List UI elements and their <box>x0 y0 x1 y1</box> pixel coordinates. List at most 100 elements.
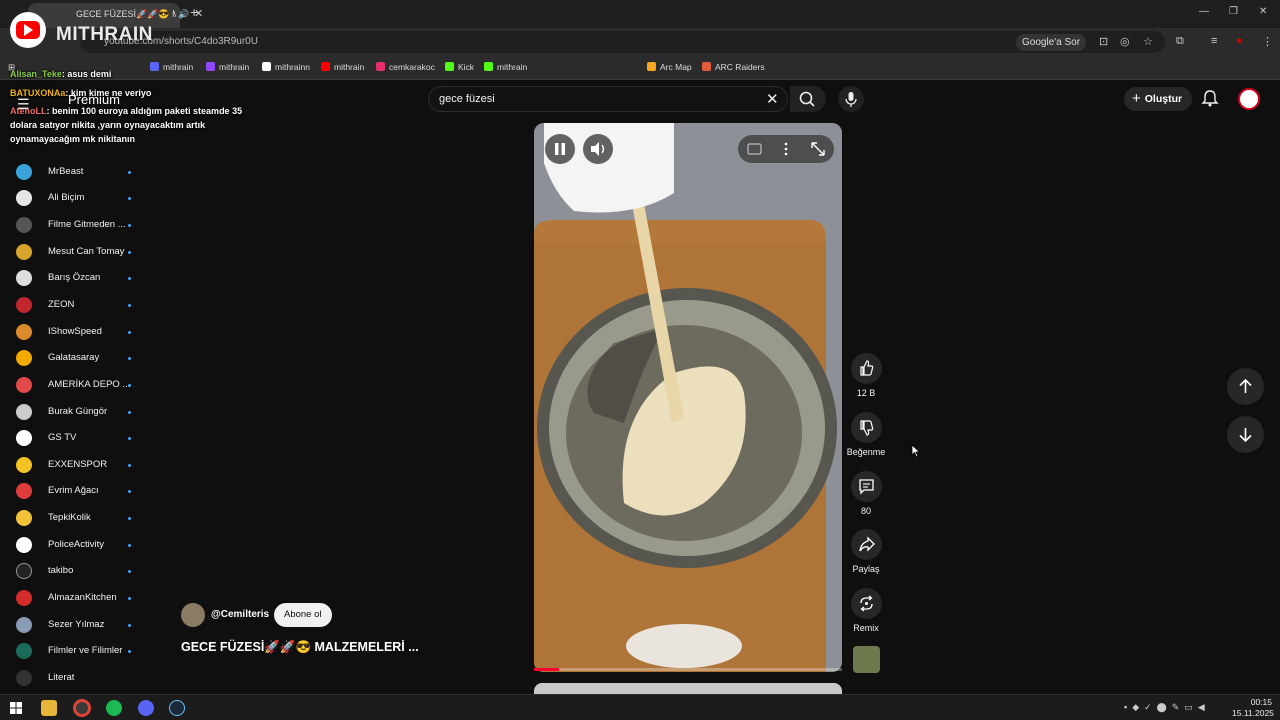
eye-off-icon[interactable]: ◎ <box>1120 35 1130 48</box>
chat-message: oynamayacağım mk nikitanın <box>10 134 136 144</box>
avatar <box>16 297 32 313</box>
minimize-icon[interactable]: — <box>1199 6 1209 17</box>
chrome-icon[interactable] <box>73 699 91 717</box>
bookmark-item[interactable]: mithrain <box>206 62 249 72</box>
sidebar-item-channel[interactable]: Filmler ve Filimler <box>16 641 136 661</box>
account-avatar[interactable] <box>1238 88 1260 110</box>
bookmark-item[interactable]: Kick <box>445 62 474 72</box>
avatar <box>16 590 32 606</box>
sidebar-item-channel[interactable]: IShowSpeed <box>16 322 136 342</box>
sidebar-item-channel[interactable]: Barış Özcan <box>16 268 136 288</box>
more-icon[interactable]: ⋮ <box>1262 35 1273 48</box>
system-clock[interactable]: 00:15 15.11.2025 <box>1232 697 1274 719</box>
new-tab-button[interactable]: + <box>190 4 198 20</box>
bookmark-item[interactable]: mithrain <box>484 62 527 72</box>
bookmark-item[interactable]: Arc Map <box>647 62 692 72</box>
previous-short-button[interactable] <box>1227 368 1264 405</box>
pause-button[interactable] <box>545 134 575 164</box>
install-icon[interactable]: ⊡ <box>1099 35 1108 48</box>
yt-premium-logo[interactable]: Premium <box>68 92 120 107</box>
sidebar-item-channel[interactable]: EXXENSPOR <box>16 455 136 475</box>
mouse-cursor-icon <box>911 444 921 458</box>
sidebar-item-channel[interactable]: TepkiKolik <box>16 508 136 528</box>
arrow-up-icon <box>1239 378 1252 393</box>
sidebar-item-channel[interactable]: Evrim Ağacı <box>16 481 136 501</box>
comments-button[interactable] <box>851 471 882 502</box>
bookmark-item[interactable]: mithrainn <box>262 62 310 72</box>
star-icon[interactable]: ☆ <box>1143 35 1153 48</box>
dislike-button[interactable] <box>851 412 882 443</box>
file-explorer-icon[interactable] <box>41 700 57 716</box>
window-close-icon[interactable]: ✕ <box>1259 6 1267 17</box>
speaker-icon[interactable]: 🔊 <box>178 9 189 20</box>
sidebar-item-channel[interactable]: Filme Gitmeden ... <box>16 215 136 235</box>
channel-avatar[interactable] <box>181 603 205 627</box>
sidebar-item-channel[interactable]: GS TV <box>16 428 136 448</box>
more-options-icon[interactable] <box>780 141 792 157</box>
new-content-dot <box>128 384 131 387</box>
subscribe-button[interactable]: Abone ol <box>274 603 332 627</box>
steam-icon[interactable] <box>169 700 185 716</box>
captions-icon[interactable] <box>748 143 760 155</box>
avatar <box>16 563 32 579</box>
google-ask-button[interactable]: Google'a Sor <box>1016 34 1087 51</box>
discord-icon[interactable] <box>138 700 154 716</box>
bell-icon[interactable] <box>1201 89 1219 107</box>
avatar <box>16 510 32 526</box>
video-title[interactable]: GECE FÜZESİ🚀🚀😎 MALZEMELERİ ... <box>181 640 419 655</box>
new-content-dot <box>128 544 131 547</box>
volume-icon <box>591 142 605 156</box>
create-button[interactable]: + Oluştur <box>1124 87 1193 111</box>
bookmark-item[interactable]: mithrain <box>321 62 364 72</box>
video-progress-track[interactable] <box>534 668 842 671</box>
arrow-down-icon <box>1239 428 1252 443</box>
sidebar-item-channel[interactable]: Literat <box>16 668 136 688</box>
volume-button[interactable] <box>583 134 613 164</box>
voice-search-button[interactable] <box>838 86 864 112</box>
avatar <box>16 483 32 499</box>
bookmark-item[interactable]: cemkarakoc <box>376 62 435 72</box>
search-input[interactable] <box>439 93 739 105</box>
sidebar-item-channel[interactable]: takibo <box>16 561 136 581</box>
fullscreen-icon[interactable] <box>811 141 827 157</box>
menu-icon[interactable]: ☰ <box>17 96 30 113</box>
sidebar-item-channel[interactable]: ZEON <box>16 295 136 315</box>
sidebar-item-channel[interactable]: AMERİKA DEPO ... <box>16 375 136 395</box>
sidebar-item-channel[interactable]: MrBeast <box>16 162 136 182</box>
remix-button[interactable] <box>851 588 882 619</box>
sidebar-item-channel[interactable]: AlmazanKitchen <box>16 588 136 608</box>
address-bar: youtube.com/shorts/C4do3R9ur0U Google'a … <box>0 28 1280 56</box>
next-short-button[interactable] <box>1227 416 1264 453</box>
avatar <box>16 537 32 553</box>
tab-title: GECE FÜZESİ🚀🚀😎 MAL <box>76 9 176 19</box>
sound-thumbnail[interactable] <box>853 646 880 673</box>
new-content-dot <box>128 277 131 280</box>
system-tray-icons[interactable]: ▪◆✓⬤✎▭◀ <box>1124 702 1210 713</box>
bookmark-item[interactable]: mithrain <box>150 62 193 72</box>
avatar <box>16 324 32 340</box>
extensions-icon[interactable]: ⧉ <box>1176 35 1184 48</box>
channel-name[interactable]: @Cemilteris <box>211 609 269 620</box>
sidebar-item-channel[interactable]: Galatasaray <box>16 348 136 368</box>
search-button[interactable] <box>790 86 826 112</box>
sidebar-item-channel[interactable]: PoliceActivity <box>16 535 136 555</box>
clear-icon[interactable]: ✕ <box>766 90 779 108</box>
video-progress-fill <box>534 668 559 671</box>
bookmark-item[interactable]: ARC Raiders <box>702 62 765 72</box>
shorts-video-player[interactable] <box>534 123 842 672</box>
sidebar-item-channel[interactable]: Mesut Can Tomay <box>16 242 136 262</box>
sidebar-item-channel[interactable]: Sezer Yılmaz <box>16 615 136 635</box>
share-button[interactable] <box>851 529 882 560</box>
pause-icon <box>555 143 565 155</box>
new-content-dot <box>128 251 131 254</box>
sidebar-item-channel[interactable]: Burak Güngör <box>16 402 136 422</box>
sidebar-item-channel[interactable]: Ali Biçim <box>16 188 136 208</box>
profile-icon[interactable]: ● <box>1236 35 1243 47</box>
like-button[interactable] <box>851 353 882 384</box>
restore-icon[interactable]: ❐ <box>1229 6 1238 17</box>
media-icon[interactable]: ≡ <box>1211 35 1217 47</box>
avatar <box>16 350 32 366</box>
plus-icon: + <box>1132 90 1141 107</box>
windows-start-icon[interactable] <box>8 700 24 716</box>
spotify-icon[interactable] <box>106 700 122 716</box>
